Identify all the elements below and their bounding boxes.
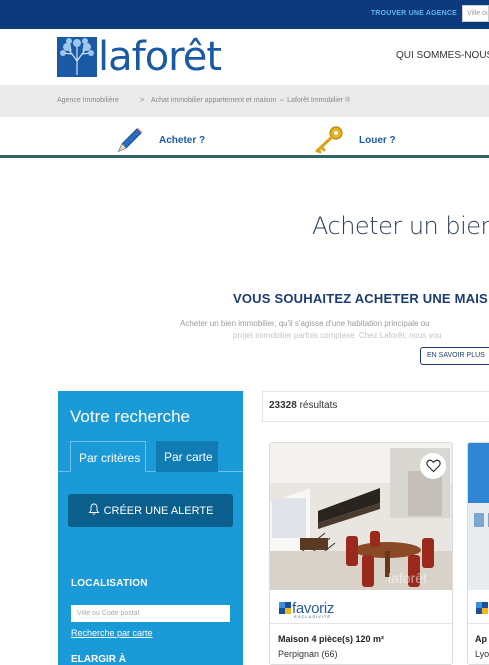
intro-heading: VOUS SOUHAITEZ ACHETER UNE MAIS	[233, 291, 488, 306]
intro-text-line-2: projet immobilier parfois complexe. Chez…	[233, 331, 442, 340]
search-panel-title: Votre recherche	[70, 407, 191, 426]
results-count-text: 23328 résultats	[269, 400, 337, 411]
search-tabs: Par critères Par carte	[58, 441, 243, 472]
breadcrumb-separator: >	[140, 97, 145, 104]
widen-heading: ELARGIR À	[71, 654, 126, 665]
brand-subtitle: EXCLUSIVITÉ	[294, 614, 332, 619]
learn-more-button[interactable]: EN SAVOIR PLUS	[420, 347, 489, 365]
results-count: 23328	[269, 400, 297, 411]
rent-label: Louer ?	[359, 134, 396, 146]
results-label: résultats	[299, 400, 338, 411]
listing-title[interactable]: Maison 4 pièce(s) 120 m²	[278, 634, 384, 644]
rent-action[interactable]: Louer ?	[313, 125, 396, 155]
listing-photo[interactable]	[468, 443, 489, 590]
logo-wordmark: laforêt	[98, 34, 222, 80]
page-title: Acheter un bien	[312, 212, 489, 240]
create-alert-label: CRÉER UNE ALERTE	[103, 504, 214, 517]
favorite-heart-icon[interactable]	[420, 453, 446, 479]
laforet-logo[interactable]: laforêt	[57, 34, 222, 80]
intro-text-line-1: Acheter un bien immobilier, qu'il s'agis…	[180, 319, 430, 328]
listing-card[interactable]: Ap Lyo	[467, 442, 489, 665]
breadcrumb-home[interactable]: Agence Immobilière	[57, 97, 119, 104]
tree-logo-icon	[57, 37, 97, 77]
favoriz-flag-icon	[279, 602, 291, 614]
favoriz-exclusive-logo: favoriz EXCLUSIVITÉ	[278, 597, 334, 619]
favoriz-flag-icon	[476, 602, 488, 614]
nav-about-us[interactable]: QUI SOMMES-NOUS	[396, 50, 489, 61]
pencil-icon	[118, 128, 142, 152]
search-panel: Votre recherche Par critères Par carte C…	[58, 391, 243, 665]
bell-icon	[88, 503, 100, 518]
buy-label: Acheter ?	[159, 134, 206, 146]
card-divider	[468, 623, 489, 624]
listing-location: Lyo	[475, 649, 489, 659]
find-agency-link[interactable]: TROUVER UNE AGENCE	[371, 10, 457, 17]
breadcrumb: Agence Immobilière > Achat immobilier ap…	[0, 85, 489, 117]
key-icon	[315, 126, 343, 154]
listing-location: Perpignan (66)	[278, 649, 338, 659]
svg-text:laforêt: laforêt	[388, 570, 427, 586]
listing-photo[interactable]: laforêt	[270, 443, 452, 590]
favoriz-exclusive-logo	[475, 597, 489, 619]
tab-criteria[interactable]: Par critères	[70, 441, 146, 472]
card-divider	[270, 623, 452, 624]
action-bar: Acheter ? Louer ?	[0, 117, 489, 158]
listing-title[interactable]: Ap	[475, 634, 487, 644]
buy-action[interactable]: Acheter ?	[115, 125, 205, 155]
top-bar: TROUVER UNE AGENCE Ville ou	[0, 0, 489, 29]
location-input[interactable]	[71, 605, 230, 622]
listing-card[interactable]: laforêt favoriz EXCLUSIVITÉ Maison 4 piè…	[269, 442, 453, 665]
create-alert-button[interactable]: CRÉER UNE ALERTE	[68, 494, 233, 527]
tab-map[interactable]: Par carte	[156, 441, 218, 472]
agency-city-input[interactable]: Ville ou	[462, 5, 489, 22]
map-search-link[interactable]: Recherche par carte	[71, 628, 153, 638]
site-header: laforêt QUI SOMMES-NOUS	[0, 29, 489, 85]
location-heading: LOCALISATION	[71, 578, 148, 589]
breadcrumb-current: Achat immobilier appartement et maison ⇔…	[151, 97, 351, 104]
results-bar: 23328 résultats	[262, 391, 489, 422]
